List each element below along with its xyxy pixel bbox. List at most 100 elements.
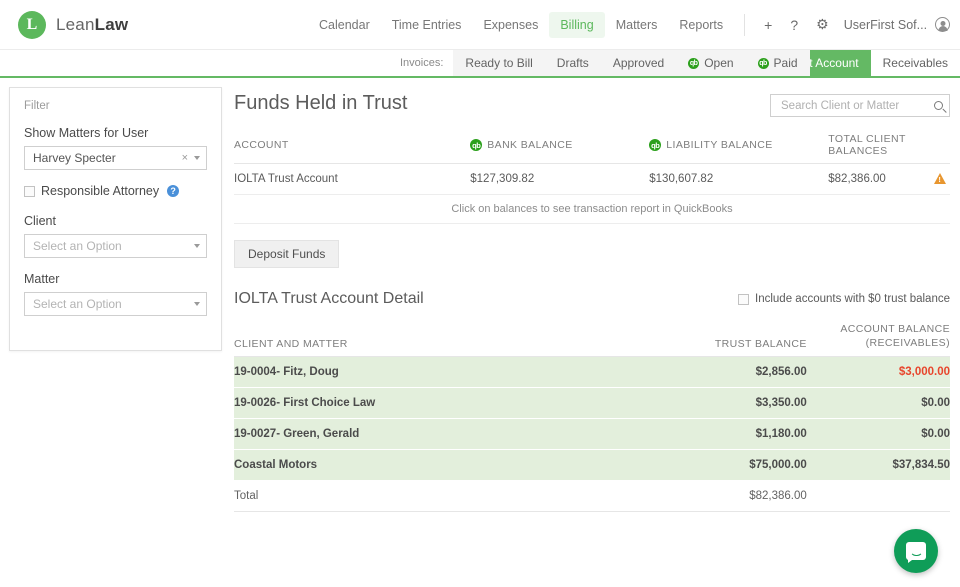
table-row[interactable]: 19-0027- Green, Gerald $1,180.00 $0.00	[234, 418, 950, 451]
warning-triangle-icon[interactable]	[934, 173, 946, 184]
question-icon[interactable]: ?	[781, 13, 807, 37]
cell-trust-balance: $2,856.00	[634, 356, 807, 389]
chevron-down-icon	[194, 244, 200, 248]
detail-header: IOLTA Trust Account Detail Include accou…	[234, 290, 950, 308]
nav-item-expenses[interactable]: Expenses	[472, 12, 549, 38]
cell-total-account-balance	[806, 480, 950, 513]
matter-select-value: Select an Option	[33, 297, 122, 311]
cell-client-and-matter: 19-0026- First Choice Law	[234, 387, 635, 420]
trust-detail-head: CLIENT AND MATTER TRUST BALANCE ACCOUNT …	[234, 322, 950, 358]
search-icon[interactable]	[934, 101, 943, 110]
include-zero-balance-checkbox[interactable]	[738, 293, 750, 305]
table-row[interactable]: Coastal Motors $75,000.00 $37,834.50	[234, 449, 950, 482]
cell-bank-balance[interactable]: $127,309.82	[470, 163, 650, 195]
search-box[interactable]	[770, 94, 950, 117]
main-panel: Funds Held in Trust ACCOUNT qb BANK BALA…	[222, 78, 960, 513]
include-zero-balance-label: Include accounts with $0 trust balance	[755, 293, 950, 305]
page-title: Funds Held in Trust	[234, 92, 408, 114]
brand-name-light: Lean	[56, 14, 95, 34]
col-account: ACCOUNT	[234, 133, 471, 164]
col-bank-balance: qb BANK BALANCE	[470, 133, 650, 164]
cell-client-and-matter: 19-0027- Green, Gerald	[234, 418, 635, 451]
page-content: Filter Show Matters for User Harvey Spec…	[0, 78, 960, 513]
tab-drafts-label: Drafts	[556, 56, 589, 70]
responsible-attorney-row[interactable]: Responsible Attorney ?	[24, 184, 207, 198]
col-bank-balance-label: BANK BALANCE	[487, 139, 573, 151]
top-navigation-bar: L LeanLaw Calendar Time Entries Expenses…	[0, 0, 960, 50]
cell-total-label: Total	[234, 480, 635, 513]
tab-ready-to-bill[interactable]: Ready to Bill	[453, 50, 544, 76]
nav-item-calendar[interactable]: Calendar	[308, 12, 381, 38]
table-total-row: Total $82,386.00	[234, 480, 950, 513]
matter-field: Matter Select an Option	[24, 272, 207, 316]
gear-icon[interactable]: ⚙	[807, 12, 838, 37]
cell-account-balance: $0.00	[806, 418, 950, 451]
table-row[interactable]: 19-0004- Fitz, Doug $2,856.00 $3,000.00	[234, 356, 950, 389]
main-nav: Calendar Time Entries Expenses Billing M…	[308, 11, 951, 38]
invoice-tab-group: Ready to Bill Drafts Approved qb Open qb…	[453, 50, 810, 76]
quickbooks-icon: qb	[688, 57, 700, 69]
trust-summary-body: IOLTA Trust Account $127,309.82 $130,607…	[234, 163, 950, 224]
tab-open[interactable]: qb Open	[676, 50, 745, 76]
user-menu[interactable]: UserFirst Sof...	[844, 17, 951, 32]
cell-trust-balance: $1,180.00	[634, 418, 807, 451]
tab-approved[interactable]: Approved	[601, 50, 676, 76]
tab-drafts[interactable]: Drafts	[545, 50, 601, 76]
clear-icon[interactable]: ×	[176, 152, 194, 164]
plus-icon[interactable]: +	[755, 13, 781, 37]
search-input[interactable]	[779, 98, 934, 113]
leanlaw-logo-icon: L	[18, 10, 46, 39]
tab-receivables[interactable]: Receivables	[871, 50, 960, 76]
cell-client-and-matter: 19-0004- Fitz, Doug	[234, 356, 635, 389]
chat-launcher-button[interactable]	[894, 529, 938, 573]
cell-account-balance: $0.00	[806, 387, 950, 420]
invoices-label: Invoices:	[400, 57, 444, 69]
table-row[interactable]: 19-0026- First Choice Law $3,350.00 $0.0…	[234, 387, 950, 420]
col-client-and-matter: CLIENT AND MATTER	[234, 322, 635, 358]
main-header: Funds Held in Trust	[234, 92, 950, 117]
cell-account-balance: $3,000.00	[806, 356, 950, 389]
invoice-tabs: Invoices: Ready to Bill Drafts Approved …	[390, 50, 810, 76]
deposit-funds-button[interactable]: Deposit Funds	[234, 240, 340, 268]
brand-name: LeanLaw	[56, 15, 128, 35]
col-account-balance-line2: (RECEIVABLES)	[865, 337, 950, 350]
col-liability-balance-label: LIABILITY BALANCE	[666, 139, 773, 151]
chat-bubble-icon	[906, 542, 926, 560]
trust-detail-table: CLIENT AND MATTER TRUST BALANCE ACCOUNT …	[234, 322, 950, 513]
brand-logo[interactable]: L LeanLaw	[0, 10, 300, 39]
matter-select[interactable]: Select an Option	[24, 292, 207, 316]
sub-navigation-bar: Invoices: Ready to Bill Drafts Approved …	[0, 50, 960, 78]
matter-label: Matter	[24, 272, 60, 286]
client-select[interactable]: Select an Option	[24, 234, 207, 258]
chevron-down-icon	[194, 156, 200, 160]
trust-summary-head: ACCOUNT qb BANK BALANCE qb LIABILITY BAL…	[234, 133, 950, 164]
tab-paid[interactable]: qb Paid	[746, 50, 810, 76]
col-total-client-balances: TOTAL CLIENT BALANCES	[828, 133, 950, 164]
cell-liability-balance[interactable]: $130,607.82	[649, 163, 829, 195]
help-icon[interactable]: ?	[167, 185, 180, 197]
user-select[interactable]: Harvey Specter ×	[24, 146, 207, 170]
nav-item-time-entries[interactable]: Time Entries	[381, 12, 473, 38]
table-header-row: CLIENT AND MATTER TRUST BALANCE ACCOUNT …	[234, 322, 950, 358]
nav-item-reports[interactable]: Reports	[668, 12, 734, 38]
tab-open-label: Open	[704, 56, 734, 70]
col-trust-balance: TRUST BALANCE	[634, 322, 807, 358]
cell-total-trust-balance: $82,386.00	[634, 480, 807, 513]
detail-title: IOLTA Trust Account Detail	[234, 290, 424, 307]
nav-item-matters[interactable]: Matters	[605, 12, 669, 38]
nav-item-billing[interactable]: Billing	[549, 11, 605, 38]
avatar-icon	[935, 17, 951, 32]
quickbooks-icon: qb	[757, 57, 769, 69]
tab-paid-label: Paid	[773, 56, 798, 70]
include-zero-balance-row[interactable]: Include accounts with $0 trust balance	[738, 293, 950, 305]
cell-account-balance: $37,834.50	[806, 449, 950, 482]
show-matters-for-user-label: Show Matters for User	[24, 126, 149, 140]
responsible-attorney-checkbox[interactable]	[24, 185, 35, 197]
client-field: Client Select an Option	[24, 214, 207, 258]
cell-account-name: IOLTA Trust Account	[234, 163, 471, 195]
cell-trust-balance: $75,000.00	[634, 449, 807, 482]
client-label: Client	[24, 214, 56, 228]
quickbooks-icon: qb	[470, 139, 483, 151]
cell-total-client-balances-value: $82,386.00	[828, 173, 886, 185]
quickbooks-icon: qb	[649, 139, 662, 151]
